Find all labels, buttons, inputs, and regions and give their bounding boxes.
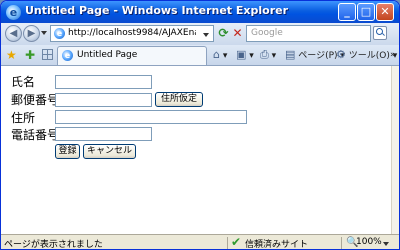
- cancel-button[interactable]: キャンセル: [83, 144, 136, 159]
- tools-menu[interactable]: ⚙ ツール(O) ▾: [336, 48, 397, 63]
- feeds-button[interactable]: ▣ ▾: [236, 48, 254, 63]
- window-title: Untitled Page - Windows Internet Explore…: [25, 4, 289, 17]
- page-icon: e: [54, 28, 65, 39]
- ie-window: e Untitled Page - Windows Internet Explo…: [0, 0, 400, 250]
- status-divider: [341, 237, 342, 249]
- address-lookup-button[interactable]: 住所仮定: [155, 92, 203, 107]
- close-button[interactable]: ✕: [376, 3, 394, 21]
- ie-logo-icon: e: [6, 5, 21, 20]
- security-zone[interactable]: 信頼済みサイト: [245, 237, 308, 249]
- address-field[interactable]: [55, 110, 247, 124]
- home-icon: ⌂: [213, 48, 220, 61]
- checkmark-icon: ✔: [231, 235, 242, 249]
- tab-bar: ★ ✚ e Untitled Page ⌂ ▾ ▣ ▾ ⎙ ▾ ▤ ページ(P)…: [1, 45, 399, 66]
- status-divider: [227, 237, 228, 249]
- title-bar[interactable]: e Untitled Page - Windows Internet Explo…: [1, 1, 399, 23]
- vertical-scrollbar[interactable]: [391, 66, 399, 234]
- zip-label: 郵便番号: [11, 93, 60, 107]
- zoom-level[interactable]: 100%: [356, 237, 382, 247]
- url-input[interactable]: e http://localhost9984/AJAXEnabledWeb: [50, 25, 214, 42]
- url-dropdown-icon[interactable]: [202, 30, 211, 39]
- maximize-button[interactable]: □: [357, 3, 375, 21]
- gear-icon: ⚙: [336, 48, 346, 61]
- page-content: 氏名 郵便番号 住所仮定 住所 電話番号 登録 キャンセル: [1, 66, 391, 234]
- forward-button[interactable]: ▶: [23, 25, 40, 42]
- page-menu-label: ページ(P): [298, 51, 338, 61]
- tab-page-icon: e: [62, 50, 73, 61]
- name-label: 氏名: [11, 75, 36, 89]
- add-favorite-icon[interactable]: ✚: [25, 47, 35, 63]
- search-input[interactable]: Google: [246, 25, 371, 42]
- tab-untitled-page[interactable]: e Untitled Page: [57, 46, 207, 65]
- tools-menu-label: ツール(O): [348, 51, 390, 61]
- search-icon[interactable]: [373, 26, 387, 40]
- zoom-dropdown-icon[interactable]: [383, 242, 389, 246]
- search-placeholder: Google: [251, 28, 283, 38]
- zip-field[interactable]: [55, 93, 152, 107]
- chevron-more-icon[interactable]: »: [390, 48, 396, 62]
- tab-label: Untitled Page: [77, 50, 138, 60]
- address-label: 住所: [11, 111, 36, 125]
- phone-label: 電話番号: [11, 128, 60, 142]
- refresh-icon[interactable]: ⟳: [216, 26, 231, 41]
- print-button[interactable]: ⎙ ▾: [260, 48, 276, 63]
- status-bar: ページが表示されました ✔ 信頼済みサイト 🔍 100%: [1, 234, 399, 250]
- name-field[interactable]: [55, 75, 152, 89]
- feeds-icon: ▣: [236, 48, 247, 61]
- print-icon: ⎙: [260, 48, 269, 61]
- stop-icon[interactable]: ✕: [230, 26, 245, 41]
- address-bar: ◀ ▶ e http://localhost9984/AJAXEnabledWe…: [1, 23, 399, 46]
- quick-tabs-icon[interactable]: [42, 49, 53, 60]
- history-dropdown-icon[interactable]: [41, 31, 47, 35]
- phone-field[interactable]: [55, 127, 152, 141]
- back-button[interactable]: ◀: [5, 25, 22, 42]
- status-text: ページが表示されました: [4, 240, 103, 250]
- register-button[interactable]: 登録: [55, 144, 80, 159]
- favorites-star-icon[interactable]: ★: [6, 47, 17, 63]
- home-button[interactable]: ⌂ ▾: [213, 48, 227, 63]
- page-icon: ▤: [285, 48, 296, 61]
- url-text[interactable]: http://localhost9984/AJAXEnabledWeb: [68, 28, 196, 38]
- minimize-button[interactable]: _: [338, 3, 356, 21]
